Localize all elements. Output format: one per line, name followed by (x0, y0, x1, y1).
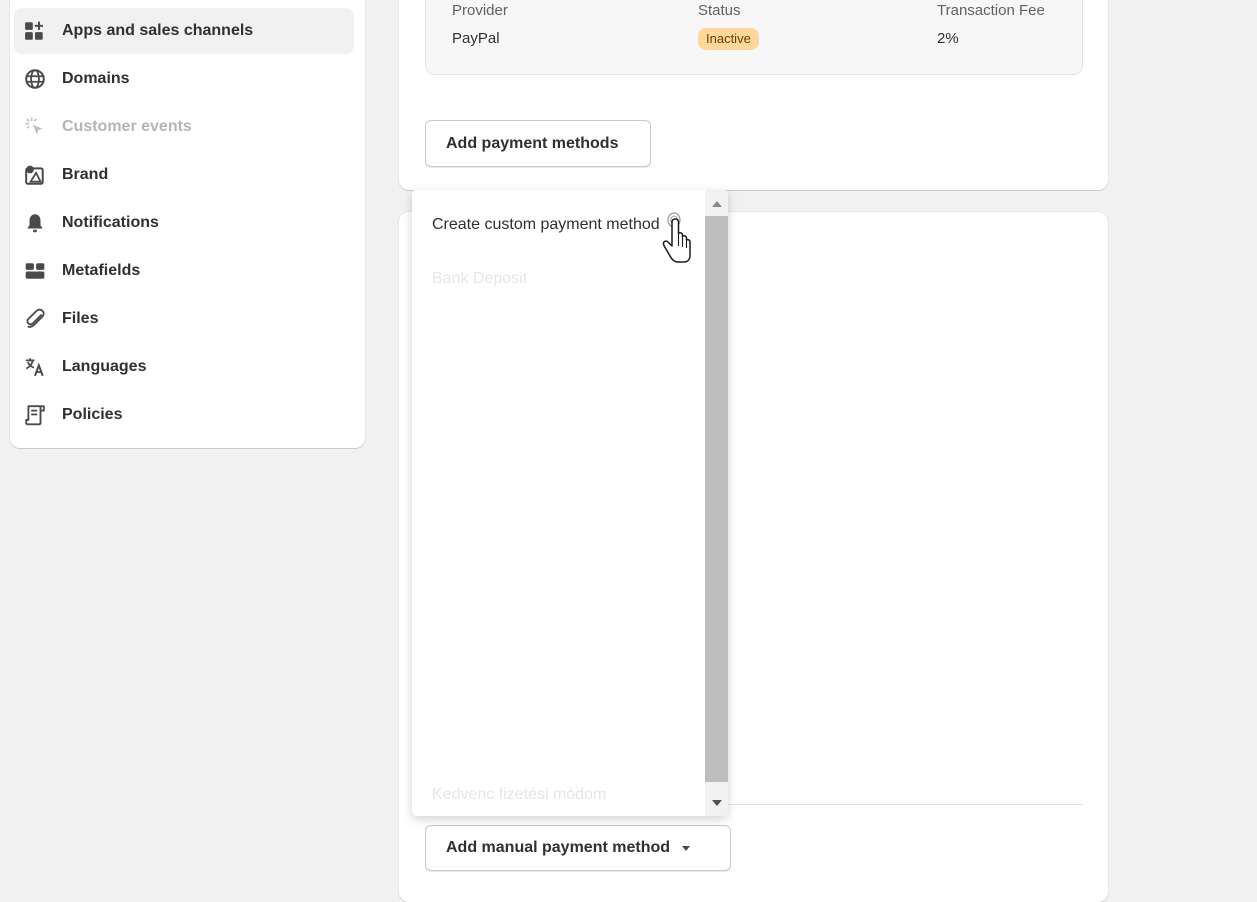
payment-providers-card: Provider PayPal Status Inactive Transact… (399, 0, 1108, 190)
settings-sidebar: Apps and sales channels Domains Customer… (10, 0, 365, 448)
provider-value: PayPal (452, 30, 500, 47)
provider-table: Provider PayPal Status Inactive Transact… (425, 0, 1083, 75)
status-column: Status Inactive (698, 0, 759, 50)
provider-header: Provider (452, 2, 508, 19)
metafields-icon (24, 260, 46, 282)
sidebar-item-label: Brand (62, 166, 109, 183)
brand-icon (24, 164, 46, 186)
dropdown-scrollbar[interactable] (705, 190, 728, 816)
sidebar-item-apps-and-sales-channels[interactable]: Apps and sales channels (14, 8, 354, 54)
sidebar-item-metafields[interactable]: Metafields (14, 248, 354, 294)
bell-icon (24, 212, 46, 234)
scroll-down-arrow-icon[interactable] (712, 800, 722, 806)
sidebar-item-label: Notifications (62, 214, 159, 231)
manual-payment-method-dropdown[interactable]: Create custom payment method Bank Deposi… (412, 190, 728, 816)
sidebar-item-label: Metafields (62, 262, 141, 279)
provider-column: Provider PayPal (452, 0, 508, 50)
scroll-up-arrow-icon[interactable] (712, 201, 722, 207)
scrollbar-thumb[interactable] (705, 216, 728, 782)
divider (717, 804, 1083, 805)
cursor-click-icon (24, 116, 46, 138)
add-manual-payment-method-button[interactable]: Add manual payment method (425, 825, 731, 871)
status-header: Status (698, 2, 741, 19)
sidebar-item-brand[interactable]: Brand (14, 152, 354, 198)
status-value: Inactive (698, 28, 759, 50)
sidebar-item-label: Domains (62, 70, 130, 87)
add-payment-methods-button[interactable]: Add payment methods (425, 120, 651, 167)
policy-document-icon (24, 404, 46, 426)
fee-column: Transaction Fee 2% (937, 0, 1045, 50)
sidebar-item-domains[interactable]: Domains (14, 56, 354, 102)
globe-icon (24, 68, 46, 90)
sidebar-item-files[interactable]: Files (14, 296, 354, 342)
translate-icon (24, 356, 46, 378)
button-label: Add manual payment method (446, 839, 671, 856)
status-badge: Inactive (698, 28, 759, 50)
dropdown-option-bank-deposit[interactable]: Bank Deposit (432, 270, 527, 288)
dropdown-option-create-custom[interactable]: Create custom payment method (432, 216, 660, 234)
caret-down-icon (682, 845, 691, 851)
fee-header: Transaction Fee (937, 2, 1045, 19)
sidebar-item-label: Files (62, 310, 99, 327)
sidebar-item-notifications[interactable]: Notifications (14, 200, 354, 246)
dropdown-option-kedvenc[interactable]: Kedvenc fizetési módom (432, 786, 606, 804)
sidebar-item-label: Customer events (62, 118, 192, 135)
apps-plus-icon (24, 20, 46, 42)
paperclip-icon (24, 308, 46, 330)
sidebar-item-label: Languages (62, 358, 147, 375)
sidebar-item-customer-events[interactable]: Customer events (14, 104, 354, 150)
sidebar-item-label: Policies (62, 406, 123, 423)
fee-value: 2% (937, 30, 959, 47)
sidebar-item-policies[interactable]: Policies (14, 392, 354, 438)
sidebar-item-languages[interactable]: Languages (14, 344, 354, 390)
sidebar-item-label: Apps and sales channels (62, 22, 254, 39)
